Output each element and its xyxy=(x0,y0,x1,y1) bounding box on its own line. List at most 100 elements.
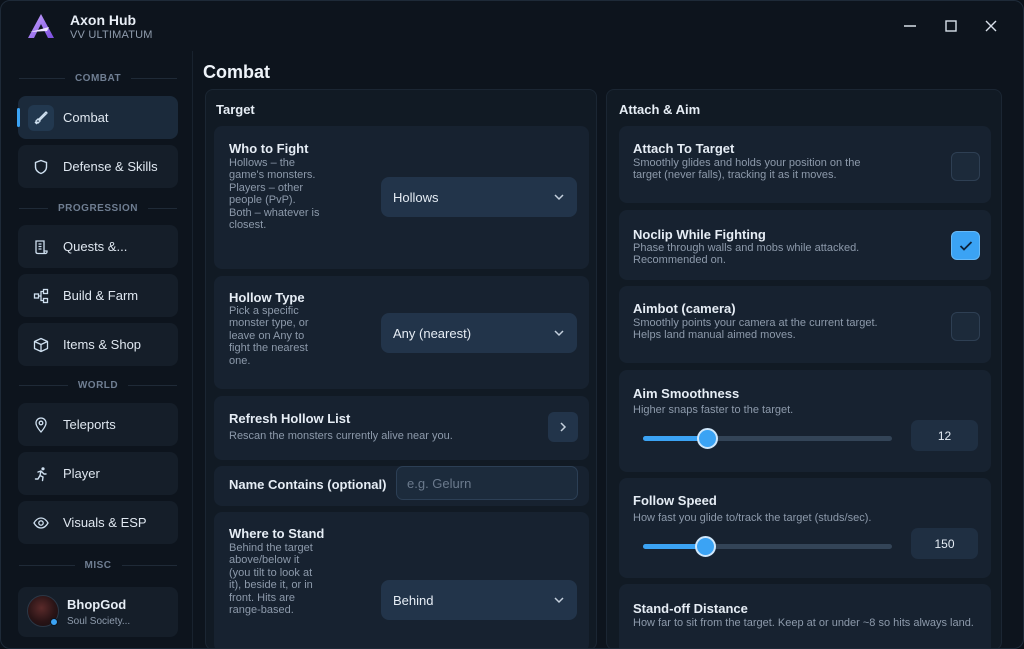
chevron-down-icon xyxy=(554,597,564,604)
nodes-icon xyxy=(28,283,54,309)
maximize-button[interactable] xyxy=(939,14,963,38)
follow-speed-card: Follow Speed How fast you glide to/track… xyxy=(619,478,991,578)
section-label-progression: PROGRESSION xyxy=(19,201,177,215)
attach-to-target-card: Attach To Target Smoothly glides and hol… xyxy=(619,126,991,203)
setting-title: Follow Speed xyxy=(633,493,717,508)
setting-description: Higher snaps faster to the target. xyxy=(633,404,794,416)
app-subtitle: VV ULTIMATUM xyxy=(70,29,153,41)
setting-title: Who to Fight xyxy=(229,141,309,156)
sword-icon xyxy=(28,104,54,131)
hollow-type-card: Hollow Type Pick a specific monster type… xyxy=(214,276,589,389)
section-label-world: WORLD xyxy=(19,378,177,392)
setting-description: Rescan the monsters currently alive near… xyxy=(229,430,453,442)
setting-title: Name Contains (optional) xyxy=(229,477,387,492)
sidebar-item-label: Visuals & ESP xyxy=(63,515,147,530)
sidebar-divider xyxy=(192,51,193,648)
sidebar-item-visuals-esp[interactable]: Visuals & ESP xyxy=(18,501,178,544)
chevron-down-icon xyxy=(554,194,564,201)
sidebar-item-combat[interactable]: Combat xyxy=(17,96,178,139)
sidebar-item-items-shop[interactable]: Items & Shop xyxy=(18,323,178,366)
setting-title: Aim Smoothness xyxy=(633,386,740,401)
running-person-icon xyxy=(28,461,54,487)
setting-description: How fast you glide to/track the target (… xyxy=(633,512,872,524)
sidebar-item-defense-skills[interactable]: Defense & Skills xyxy=(18,145,178,188)
who-to-fight-dropdown[interactable]: Hollows xyxy=(381,177,577,217)
setting-title: Refresh Hollow List xyxy=(229,411,351,426)
minimize-icon xyxy=(904,25,916,27)
noclip-checkbox[interactable] xyxy=(951,231,980,260)
who-to-fight-card: Who to Fight Hollows – the game's monste… xyxy=(214,126,589,269)
online-status-dot xyxy=(50,618,58,626)
refresh-hollow-list-card[interactable]: Refresh Hollow List Rescan the monsters … xyxy=(214,396,589,460)
setting-title: Noclip While Fighting xyxy=(633,227,766,242)
slider-thumb[interactable] xyxy=(697,428,719,449)
shield-icon xyxy=(28,154,54,180)
axon-logo-icon xyxy=(28,14,54,38)
title-bar[interactable]: Axon Hub VV ULTIMATUM xyxy=(1,1,1023,51)
sidebar-item-label: Teleports xyxy=(63,417,116,432)
name-contains-input[interactable] xyxy=(396,466,578,500)
noclip-card: Noclip While Fighting Phase through wall… xyxy=(619,210,991,280)
target-panel[interactable]: Target Who to Fight Hollows – the game's… xyxy=(205,89,597,648)
dropdown-value: Behind xyxy=(393,592,434,608)
checkmark-icon xyxy=(959,240,972,251)
aim-smoothness-value[interactable]: 12 xyxy=(911,420,978,451)
attach-to-target-checkbox[interactable] xyxy=(951,152,980,181)
sidebar-item-label: Defense & Skills xyxy=(63,159,158,174)
box-icon xyxy=(28,332,54,358)
eye-icon xyxy=(28,510,54,536)
hollow-type-dropdown[interactable]: Any (nearest) xyxy=(381,313,577,353)
sidebar-item-label: Build & Farm xyxy=(63,288,139,303)
setting-description: Behind the target above/below it (you ti… xyxy=(229,542,313,617)
name-contains-card: Name Contains (optional) xyxy=(214,466,589,506)
location-pin-icon xyxy=(28,412,54,438)
setting-description: Pick a specific monster type, or leave o… xyxy=(229,305,309,367)
section-label-misc: MISC xyxy=(19,558,177,572)
setting-title: Stand-off Distance xyxy=(633,601,748,616)
refresh-list-button[interactable] xyxy=(548,412,578,442)
sidebar-item-label: Player xyxy=(63,466,100,481)
setting-description: Hollows – the game's monsters. Players –… xyxy=(229,157,320,232)
maximize-icon xyxy=(945,20,957,32)
sidebar-item-label: Items & Shop xyxy=(63,337,142,352)
section-label-combat: COMBAT xyxy=(19,71,177,85)
dropdown-value: Hollows xyxy=(393,189,439,205)
follow-speed-slider[interactable] xyxy=(643,536,892,557)
aimbot-checkbox[interactable] xyxy=(951,312,980,341)
setting-title: Hollow Type xyxy=(229,290,305,305)
attach-aim-panel[interactable]: Attach & Aim Attach To Target Smoothly g… xyxy=(606,89,1002,648)
panel-title: Target xyxy=(216,102,255,117)
follow-speed-value[interactable]: 150 xyxy=(911,528,978,559)
slider-thumb[interactable] xyxy=(694,536,716,557)
sidebar-item-label: Quests &... xyxy=(63,239,128,254)
dropdown-value: Any (nearest) xyxy=(393,325,472,341)
setting-title: Where to Stand xyxy=(229,526,325,541)
aim-smoothness-slider[interactable] xyxy=(643,428,892,449)
chevron-right-icon xyxy=(560,422,567,432)
sidebar: COMBAT Combat Defense & Skills PROGRESSI… xyxy=(1,51,193,648)
sidebar-item-quests[interactable]: Quests &... xyxy=(18,225,178,268)
setting-description: Smoothly points your camera at the curre… xyxy=(633,317,878,342)
standoff-distance-card: Stand-off Distance How far to sit from t… xyxy=(619,584,991,648)
app-window: Axon Hub VV ULTIMATUM COMBAT Combat Defe… xyxy=(0,0,1024,649)
setting-description: How far to sit from the target. Keep at … xyxy=(633,617,974,629)
minimize-button[interactable] xyxy=(898,14,922,38)
aimbot-card: Aimbot (camera) Smoothly points your cam… xyxy=(619,286,991,363)
user-subtitle: Soul Society... xyxy=(67,616,131,627)
user-profile[interactable]: BhopGod Soul Society... xyxy=(18,587,178,637)
user-name: BhopGod xyxy=(67,597,127,612)
sidebar-item-label: Combat xyxy=(63,110,109,125)
where-to-stand-card: Where to Stand Behind the target above/b… xyxy=(214,512,589,648)
close-button[interactable] xyxy=(979,14,1003,38)
aim-smoothness-card: Aim Smoothness Higher snaps faster to th… xyxy=(619,370,991,472)
chevron-down-icon xyxy=(554,330,564,337)
app-title: Axon Hub xyxy=(70,12,137,28)
sidebar-item-teleports[interactable]: Teleports xyxy=(18,403,178,446)
setting-title: Aimbot (camera) xyxy=(633,301,736,316)
sidebar-item-player[interactable]: Player xyxy=(18,452,178,495)
page-title: Combat xyxy=(203,62,270,82)
setting-description: Phase through walls and mobs while attac… xyxy=(633,242,860,267)
setting-title: Attach To Target xyxy=(633,141,735,156)
sidebar-item-build-farm[interactable]: Build & Farm xyxy=(18,274,178,317)
where-to-stand-dropdown[interactable]: Behind xyxy=(381,580,577,620)
